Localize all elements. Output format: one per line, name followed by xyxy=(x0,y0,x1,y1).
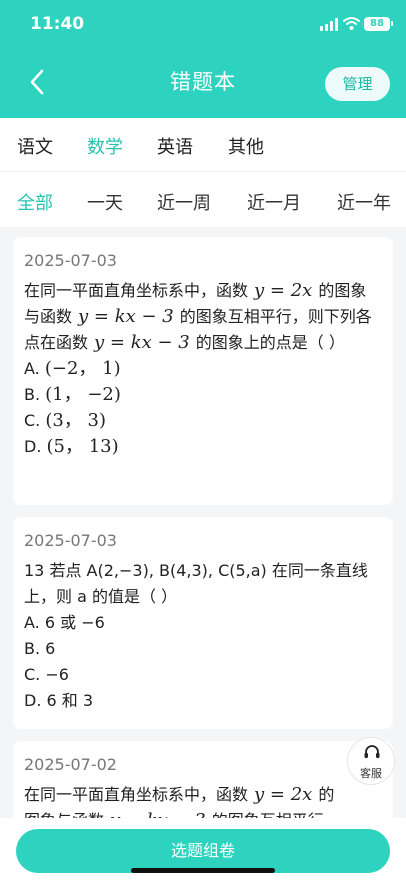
option-c: C. (3， 3) xyxy=(24,410,107,431)
option-d: D. (5， 13) xyxy=(24,436,119,457)
tab-english[interactable]: 英语 xyxy=(157,133,193,159)
home-indicator xyxy=(131,868,275,873)
question-stem: 13 若点 A(2,−3), B(4,3), C(5,a) 在同一条直线上，则 … xyxy=(24,561,368,606)
option-d: D. 6 和 3 xyxy=(24,691,94,710)
status-time: 11:40 xyxy=(30,14,85,34)
compose-paper-button[interactable]: 选题组卷 xyxy=(16,829,390,873)
bottom-bar: 选题组卷 xyxy=(0,818,406,883)
question-card[interactable]: 2025-07-03 13 若点 A(2,−3), B(4,3), C(5,a)… xyxy=(13,517,393,729)
manage-button[interactable]: 管理 xyxy=(325,67,390,101)
option-b: B. 6 xyxy=(24,639,56,658)
tab-math[interactable]: 数学 xyxy=(87,133,123,159)
question-card[interactable]: 2025-07-03 在同一平面直角坐标系中，函数 y = 2x 的图象与函数 y =… xyxy=(13,237,393,505)
option-a: A. 6 或 −6 xyxy=(24,613,105,632)
filter-month[interactable]: 近一月 xyxy=(247,189,301,215)
question-stem: 在同一平面直角坐标系中，函数y = 2x的图象与函数y = kx − 3的图象互… xyxy=(24,280,372,353)
customer-service-label: 客服 xyxy=(360,767,382,780)
customer-service-button[interactable]: 客服 xyxy=(347,737,395,785)
question-date: 2025-07-02 xyxy=(24,755,117,774)
option-b: B. (1， −2) xyxy=(24,384,121,405)
question-date: 2025-07-03 xyxy=(24,531,117,550)
time-filter-tabs: 全部 一天 近一周 近一月 近一年 xyxy=(0,172,406,227)
option-a: A. (−2， 1) xyxy=(24,358,121,379)
battery-icon: 88 xyxy=(364,17,393,31)
subject-tabs: 语文 数学 英语 其他 xyxy=(0,118,406,172)
filter-week[interactable]: 近一周 xyxy=(157,189,211,215)
filter-year[interactable]: 近一年 xyxy=(337,189,391,215)
tab-other[interactable]: 其他 xyxy=(228,133,264,159)
filter-one-day[interactable]: 一天 xyxy=(87,189,123,215)
headset-icon xyxy=(364,745,380,758)
status-bar: 11:40 88 xyxy=(0,0,406,48)
signal-icon xyxy=(320,18,340,31)
header: 11:40 88 错题本 管理 xyxy=(0,0,406,118)
question-date: 2025-07-03 xyxy=(24,251,117,270)
option-c: C. −6 xyxy=(24,665,69,684)
wifi-icon xyxy=(343,17,360,30)
filter-all[interactable]: 全部 xyxy=(17,189,53,215)
tab-chinese[interactable]: 语文 xyxy=(17,133,53,159)
